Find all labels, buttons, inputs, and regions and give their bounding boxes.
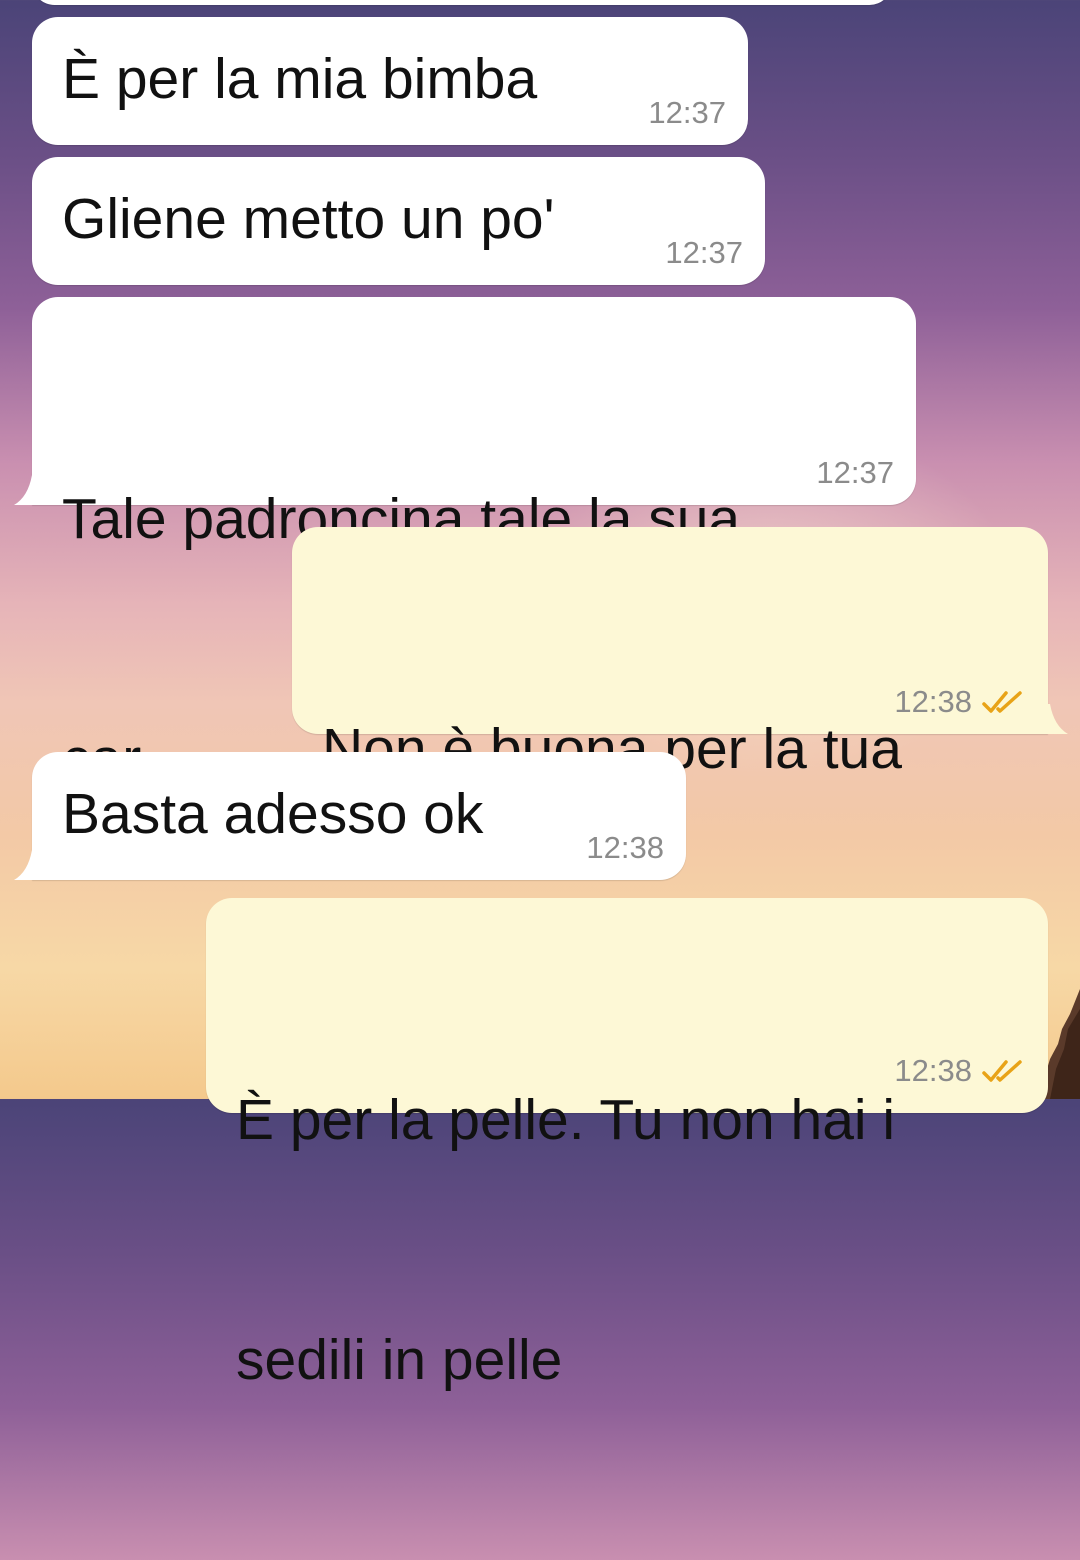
- timestamp-text: 12:37: [816, 455, 894, 490]
- double-check-icon: [982, 691, 1022, 713]
- message-text: Gliene metto un po': [62, 187, 555, 251]
- double-check-icon: [982, 1060, 1022, 1082]
- message-timestamp: 12:38: [894, 684, 1026, 720]
- message-bubble-incoming[interactable]: Basta adesso ok 12:38: [32, 752, 686, 880]
- message-text-line: È per la pelle. Tu non hai i: [236, 1088, 896, 1152]
- timestamp-text: 12:38: [586, 830, 664, 865]
- bubble-tail: [1038, 704, 1068, 734]
- message-timestamp: 12:37: [648, 95, 726, 131]
- bubble-tail: [14, 475, 44, 505]
- message-bubble-incoming[interactable]: Gliene metto un po' 12:37: [32, 157, 765, 285]
- message-bubble-outgoing[interactable]: Non è buona per la tua macchina 12:38: [292, 527, 1048, 1021]
- message-timestamp: 12:38: [894, 1053, 1026, 1089]
- timestamp-text: 12:38: [894, 1053, 972, 1088]
- bubble-tail: [14, 850, 44, 880]
- previous-message-bubble[interactable]: [32, 0, 892, 5]
- message-timestamp: 12:38: [586, 830, 664, 866]
- message-text: Basta adesso ok: [62, 782, 484, 846]
- message-timestamp: 12:37: [816, 455, 894, 491]
- message-bubble-outgoing[interactable]: È per la pelle. Tu non hai i sedili in p…: [206, 898, 1048, 1392]
- timestamp-text: 12:37: [665, 235, 743, 270]
- message-bubble-incoming[interactable]: Tale padroncina tale la sua car 12:37: [32, 297, 916, 791]
- timestamp-text: 12:37: [648, 95, 726, 130]
- message-text: È per la pelle. Tu non hai i sedili in p…: [236, 920, 895, 1560]
- message-text-line: sedili in pelle: [236, 1328, 563, 1392]
- message-bubble-incoming[interactable]: È per la mia bimba 12:37: [32, 17, 748, 145]
- message-text: È per la mia bimba: [62, 47, 538, 111]
- timestamp-text: 12:38: [894, 684, 972, 719]
- message-timestamp: 12:37: [665, 235, 743, 271]
